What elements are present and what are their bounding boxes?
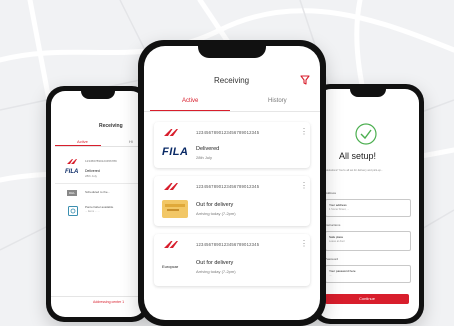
left-footer[interactable]: Addressing center 1 — [93, 300, 124, 304]
dhl-logo-icon — [164, 241, 178, 248]
left-row-2-badge: DHL — [67, 190, 78, 196]
right-heading: All setup! — [339, 151, 377, 161]
right-intro: Congratulations! You're all set for deli… — [319, 169, 383, 172]
center-phone: Receiving Active History 123456789012345… — [138, 40, 326, 326]
tab-history[interactable]: History — [268, 98, 287, 104]
tab-active[interactable]: Active — [182, 98, 198, 104]
left-phone-screen: Receiving Active Hi 1234567890123456789 … — [51, 91, 145, 317]
page-title: Receiving — [214, 76, 250, 85]
filter-icon[interactable] — [300, 75, 310, 85]
europcar-logo: Europcar — [162, 264, 179, 269]
left-row-1-tracking: 1234567890123456789 — [85, 159, 117, 163]
address-field-hint: 1 Some Street, ... — [329, 208, 350, 211]
shipment-detail: Arriving today (7-2pm) — [196, 269, 236, 274]
left-row-3[interactable]: Parcel label available ... items ... ... — [55, 203, 141, 221]
password-field-value: Your password here — [329, 269, 356, 273]
more-vertical-icon[interactable]: ⋮ — [300, 239, 308, 248]
left-row-2[interactable]: DHL Scheduled to the... — [55, 187, 141, 201]
tracking-number: 1234567890123456789012345 — [196, 184, 260, 189]
instructions-field[interactable]: Safe place Leave at door — [325, 231, 411, 251]
dhl-logo-icon — [67, 159, 77, 164]
left-row-1-merchant: FILA — [65, 169, 79, 175]
left-row-2-status: Scheduled to the... — [85, 190, 111, 194]
more-vertical-icon[interactable]: ⋮ — [300, 181, 308, 190]
parcel-label-icon — [68, 206, 78, 216]
shipment-detail: Arriving today (7-2pm) — [196, 211, 236, 216]
shipment-status: Out for delivery — [196, 202, 234, 208]
tracking-number: 1234567890123456789012345 — [196, 242, 260, 247]
left-row-3-status: Parcel label available — [85, 205, 114, 209]
left-row-1-detail: 28th July — [85, 174, 98, 178]
more-vertical-icon[interactable]: ⋮ — [300, 127, 308, 136]
left-tab-active[interactable]: Active — [77, 139, 88, 144]
instructions-field-hint: Leave at door — [329, 240, 345, 243]
continue-button[interactable]: Continue — [325, 294, 409, 304]
address-field-value: Your address — [329, 203, 347, 207]
shipment-card[interactable]: 1234567890123456789012345 ⋮ Europcar Out… — [154, 234, 310, 286]
password-field[interactable]: Your password here .... — [325, 265, 411, 283]
tracking-number: 1234567890123456789012345 — [196, 130, 260, 135]
left-row-3-detail: ... items ... ... — [85, 210, 100, 213]
left-row-1-status: Delivered — [85, 169, 100, 173]
shipment-card[interactable]: 1234567890123456789012345 ⋮ FILA Deliver… — [154, 122, 310, 168]
address-field[interactable]: Your address 1 Some Street, ... — [325, 199, 411, 217]
password-field-hint: .... — [329, 274, 332, 277]
left-row-1[interactable]: 1234567890123456789 FILA Delivered 28th … — [55, 151, 141, 179]
fila-logo: FILA — [162, 146, 189, 158]
instructions-field-value: Safe place — [329, 235, 344, 239]
package-image-icon — [162, 200, 188, 218]
shipment-card[interactable]: 1234567890123456789012345 ⋮ Out for deli… — [154, 176, 310, 226]
field-2-label: Instructions — [325, 223, 341, 227]
left-phone: Receiving Active Hi 1234567890123456789 … — [46, 86, 150, 322]
shipment-status: Delivered — [196, 146, 220, 152]
left-title: Receiving — [99, 123, 123, 129]
field-3-label: Password — [325, 257, 339, 261]
dhl-logo-icon — [164, 129, 178, 136]
shipment-status: Out for delivery — [196, 260, 234, 266]
left-tab-history[interactable]: Hi — [129, 139, 133, 144]
dhl-logo-icon — [164, 183, 178, 190]
field-1-label: Address — [325, 191, 337, 195]
shipment-detail: 28th July — [196, 155, 213, 160]
right-phone-screen: All setup! Congratulations! You're all s… — [317, 89, 419, 319]
center-phone-screen: Receiving Active History 123456789012345… — [144, 46, 320, 320]
right-phone: All setup! Congratulations! You're all s… — [312, 84, 424, 324]
check-circle-icon — [355, 123, 377, 145]
